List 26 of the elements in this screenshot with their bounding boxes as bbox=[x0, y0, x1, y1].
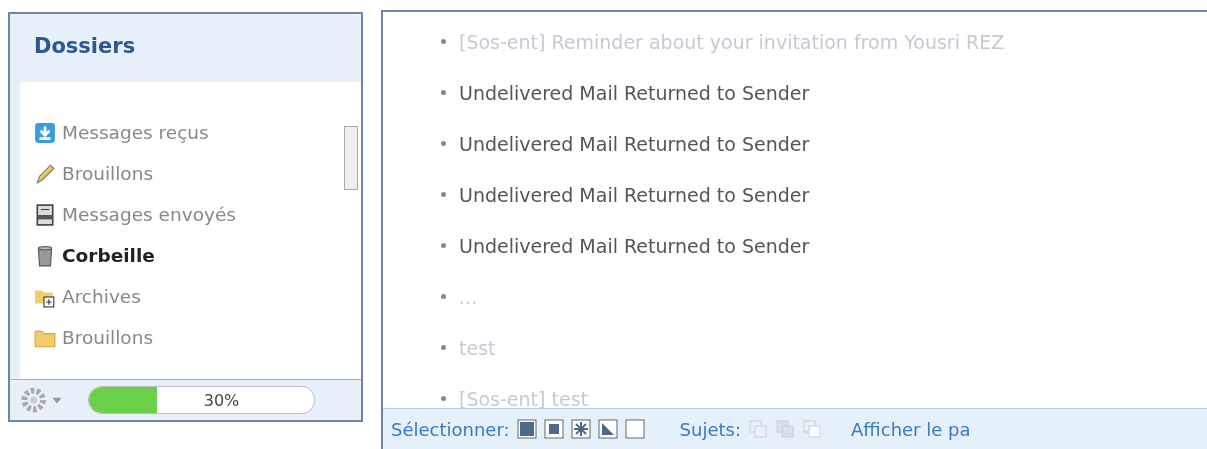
select-invert-icon[interactable] bbox=[597, 419, 618, 439]
select-all-icon[interactable] bbox=[516, 419, 537, 439]
select-page-icon[interactable] bbox=[543, 419, 564, 439]
threads-icon[interactable] bbox=[775, 419, 795, 439]
folder-item[interactable]: Brouillons bbox=[34, 153, 341, 194]
select-unread-icon[interactable] bbox=[570, 419, 591, 439]
printer-icon bbox=[34, 203, 56, 226]
folder-item[interactable]: Corbeille bbox=[34, 235, 341, 276]
message-subject[interactable]: Undelivered Mail Returned to Sender bbox=[459, 81, 810, 104]
folder-item[interactable]: Messages envoyés bbox=[34, 194, 341, 235]
message-subject[interactable]: Undelivered Mail Returned to Sender bbox=[459, 132, 810, 155]
select-none-icon[interactable] bbox=[624, 419, 645, 439]
folder-item[interactable]: Brouillons bbox=[34, 317, 341, 358]
message-subject[interactable]: Undelivered Mail Returned to Sender bbox=[459, 234, 810, 257]
folder-item[interactable]: Archives bbox=[34, 276, 341, 317]
select-label: Sélectionner: bbox=[391, 418, 510, 440]
folder-item[interactable]: Messages reçus bbox=[34, 112, 341, 153]
threads-label: Sujets: bbox=[679, 418, 741, 440]
collapse-threads-icon[interactable] bbox=[802, 419, 822, 439]
download-icon bbox=[34, 121, 56, 144]
message-subject[interactable]: Undelivered Mail Returned to Sender bbox=[459, 183, 810, 206]
expand-threads-icon[interactable] bbox=[748, 419, 768, 439]
panel-title: Dossiers bbox=[33, 33, 137, 60]
show-link[interactable]: Afficher le pa bbox=[851, 418, 971, 440]
pencil-icon bbox=[34, 162, 56, 185]
quota-reading: 30% bbox=[203, 390, 240, 410]
